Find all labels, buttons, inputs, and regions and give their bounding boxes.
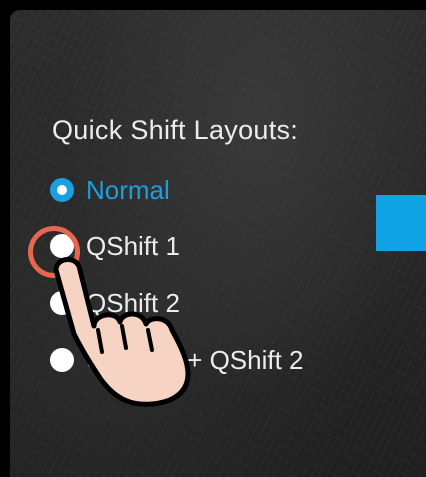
- app-frame: Quick Shift Layouts: Normal QShift 1 QSh…: [0, 0, 426, 477]
- blue-accent-block: [376, 195, 426, 251]
- option-label-normal: Normal: [86, 174, 170, 205]
- radio-normal[interactable]: [50, 178, 74, 202]
- tapping-hand-icon: [53, 257, 191, 407]
- layout-option-normal[interactable]: Normal: [50, 174, 170, 206]
- section-heading: Quick Shift Layouts:: [52, 115, 299, 145]
- settings-panel: Quick Shift Layouts: Normal QShift 1 QSh…: [10, 10, 426, 477]
